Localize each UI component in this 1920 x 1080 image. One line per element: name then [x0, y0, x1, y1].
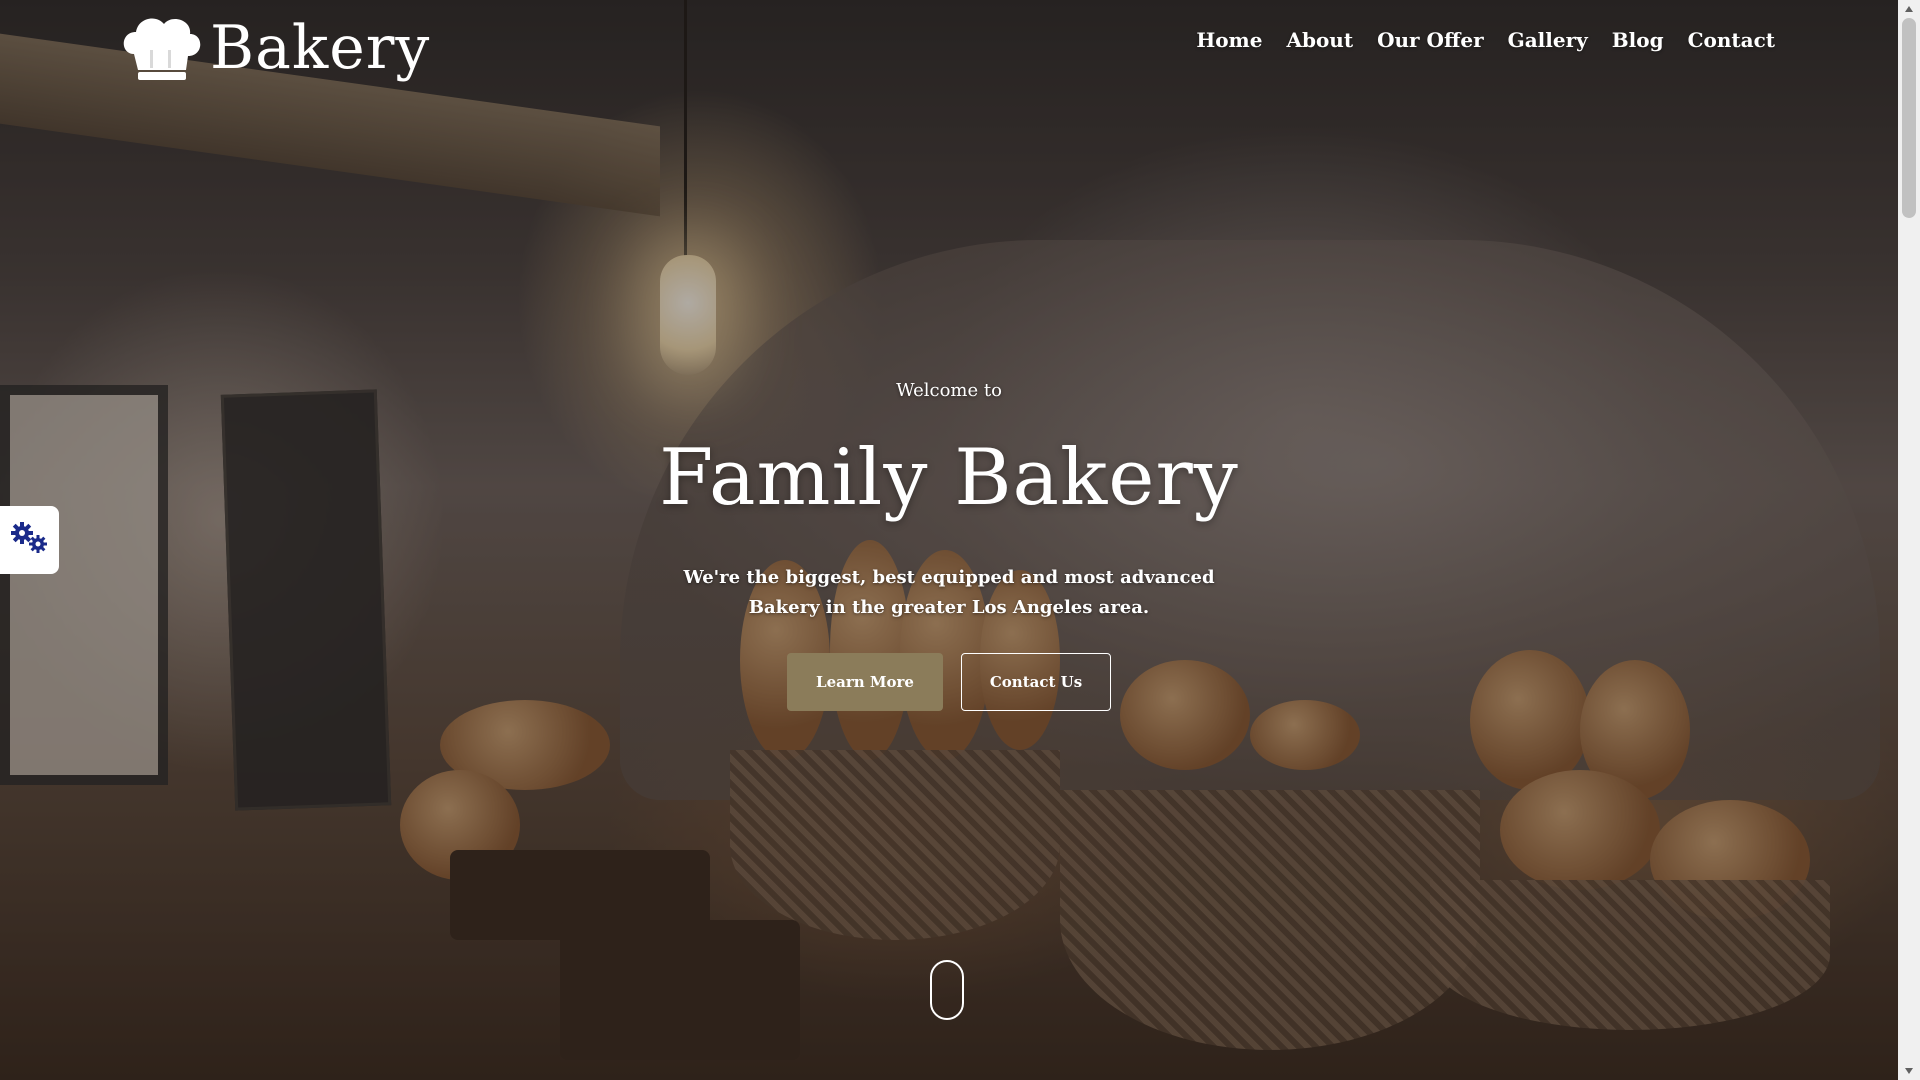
- brand-name: Bakery: [210, 13, 431, 83]
- nav-about[interactable]: About: [1286, 28, 1353, 52]
- hero-tagline: We're the biggest, best equipped and mos…: [683, 567, 1215, 618]
- hero-section: Welcome to Family Bakery We're the bigge…: [0, 380, 1898, 711]
- hero-buttons: Learn More Contact Us: [0, 653, 1898, 711]
- chef-hat-icon: [120, 14, 202, 82]
- nav-blog[interactable]: Blog: [1612, 28, 1664, 52]
- scroll-up-arrow-icon[interactable]: [1898, 0, 1920, 18]
- hero-title: Family Bakery: [659, 433, 1239, 523]
- gears-icon: [10, 520, 50, 560]
- nav-our-offer[interactable]: Our Offer: [1377, 28, 1484, 52]
- nav-home[interactable]: Home: [1196, 28, 1262, 52]
- site-logo[interactable]: Bakery: [120, 12, 430, 84]
- page-scrollbar[interactable]: [1898, 0, 1920, 1080]
- page-viewport: Bakery Home About Our Offer Gallery Blog…: [0, 0, 1898, 1080]
- learn-more-button[interactable]: Learn More: [787, 653, 943, 711]
- scroll-down-mouse-icon[interactable]: [930, 960, 964, 1020]
- scrollbar-thumb[interactable]: [1902, 18, 1916, 218]
- nav-contact[interactable]: Contact: [1688, 28, 1775, 52]
- scroll-down-arrow-icon[interactable]: [1898, 1062, 1920, 1080]
- settings-panel-toggle[interactable]: [0, 506, 59, 574]
- nav-gallery[interactable]: Gallery: [1508, 28, 1588, 52]
- contact-us-button[interactable]: Contact Us: [961, 653, 1111, 711]
- hero-welcome-text: Welcome to: [896, 380, 1002, 401]
- main-navigation: Home About Our Offer Gallery Blog Contac…: [1196, 28, 1775, 52]
